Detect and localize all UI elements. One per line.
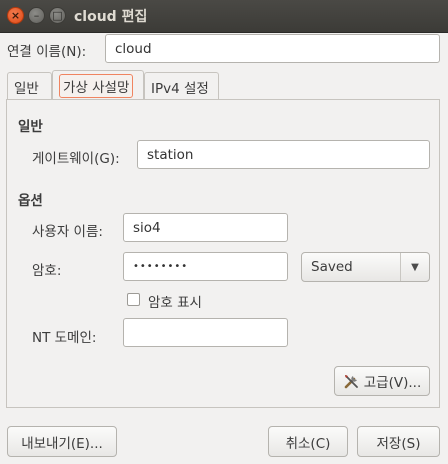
tab-general-label: 일반 bbox=[14, 80, 39, 97]
show-password-checkbox[interactable] bbox=[127, 293, 140, 306]
title-bar: × – □ cloud 편집 bbox=[0, 0, 448, 33]
username-input[interactable]: sio4 bbox=[123, 213, 288, 242]
connection-name-label: 연결 이름(N): bbox=[7, 44, 87, 60]
tab-ipv4[interactable]: IPv4 설정 bbox=[144, 72, 219, 100]
save-button-label: 저장(S) bbox=[376, 435, 421, 452]
tab-vpn-label: 가상 사설망 bbox=[59, 73, 134, 98]
minimize-icon[interactable]: – bbox=[28, 7, 45, 24]
options-heading: 옵션 bbox=[18, 193, 43, 209]
export-button-label: 내보내기(E)... bbox=[21, 435, 103, 452]
advanced-button[interactable]: 고급(V)... bbox=[334, 366, 430, 396]
username-value: sio4 bbox=[133, 219, 161, 236]
connection-name-input[interactable]: cloud bbox=[105, 34, 440, 63]
password-input[interactable]: •••••••• bbox=[123, 252, 288, 281]
gateway-value: station bbox=[147, 146, 194, 163]
cancel-button[interactable]: 취소(C) bbox=[268, 426, 348, 457]
window-title: cloud 편집 bbox=[74, 9, 148, 25]
advanced-button-label: 고급(V)... bbox=[363, 375, 422, 391]
password-value: •••••••• bbox=[133, 261, 189, 272]
save-button[interactable]: 저장(S) bbox=[357, 426, 440, 457]
gateway-input[interactable]: station bbox=[137, 140, 430, 169]
nt-domain-input[interactable] bbox=[123, 318, 288, 347]
gateway-label: 게이트웨이(G): bbox=[32, 151, 120, 167]
export-button[interactable]: 내보내기(E)... bbox=[7, 426, 117, 457]
tab-vpn[interactable]: 가상 사설망 bbox=[52, 70, 144, 100]
username-label: 사용자 이름: bbox=[32, 224, 103, 240]
tab-general[interactable]: 일반 bbox=[7, 72, 52, 100]
show-password-label: 암호 표시 bbox=[148, 295, 202, 311]
maximize-icon[interactable]: □ bbox=[49, 7, 66, 24]
nt-domain-label: NT 도메인: bbox=[32, 330, 97, 346]
password-storage-select[interactable]: Saved ▼ bbox=[301, 252, 430, 282]
close-icon[interactable]: × bbox=[7, 7, 24, 24]
password-storage-value: Saved bbox=[311, 259, 353, 275]
general-heading: 일반 bbox=[18, 119, 43, 135]
cancel-button-label: 취소(C) bbox=[285, 435, 331, 452]
password-label: 암호: bbox=[32, 263, 62, 279]
tools-icon bbox=[344, 374, 358, 388]
tab-ipv4-label: IPv4 설정 bbox=[151, 80, 209, 97]
chevron-down-icon: ▼ bbox=[400, 253, 429, 281]
connection-name-value: cloud bbox=[115, 40, 152, 57]
